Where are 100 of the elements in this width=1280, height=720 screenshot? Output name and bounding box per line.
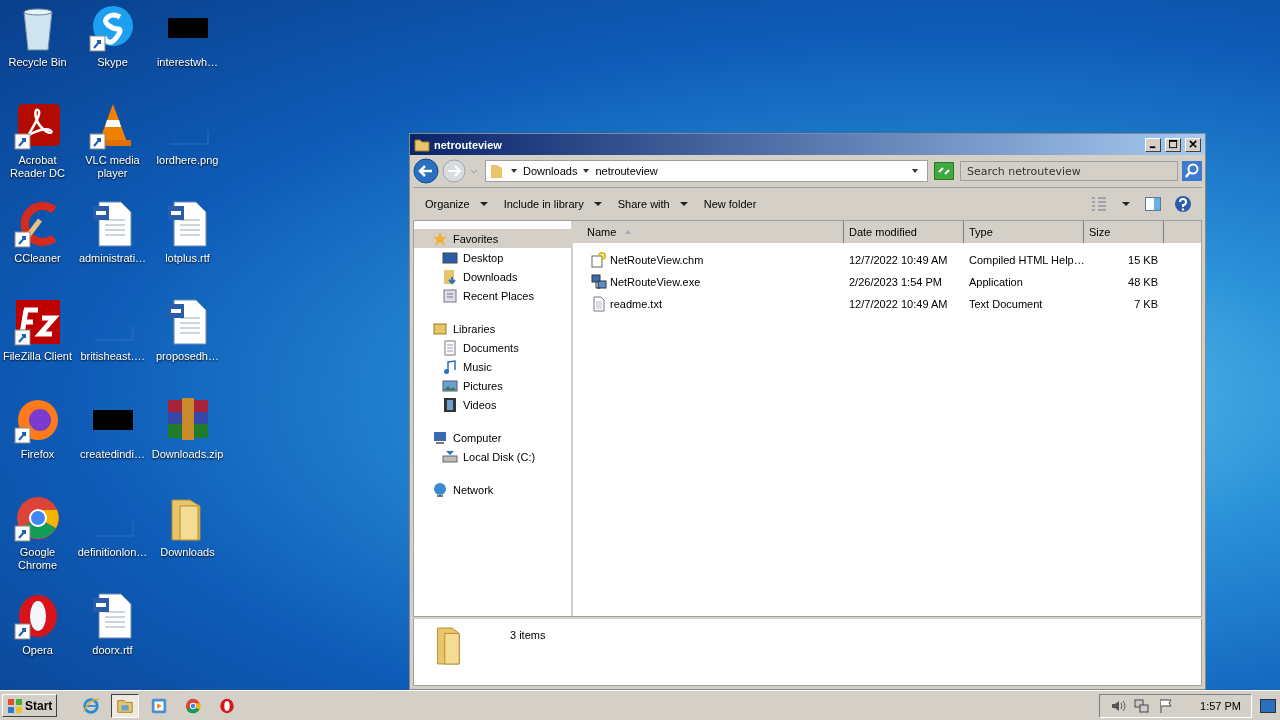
globe-icon <box>432 481 448 498</box>
window-title: netrouteview <box>434 138 502 151</box>
table-cell: Compiled HTML Help… <box>969 254 1085 266</box>
file-row[interactable]: NetRouteView.exe 2/26/2023 1:54 PM Application 48 KB <box>573 271 1201 293</box>
maximize-button[interactable] <box>1165 137 1181 152</box>
icon-label: Recycle Bin <box>7 56 68 69</box>
clock[interactable]: 1:57 PM <box>1200 699 1241 712</box>
sidebar-item[interactable]: Music <box>414 357 571 376</box>
sidebar-item[interactable]: Downloads <box>414 267 571 286</box>
help-file-icon <box>591 252 607 268</box>
search-field[interactable]: Search netrouteview <box>960 161 1178 181</box>
refresh-button[interactable] <box>934 162 954 180</box>
sidebar-item[interactable]: Documents <box>414 338 571 357</box>
table-cell: 7 KB <box>1134 298 1158 310</box>
table-cell: 2/26/2023 1:54 PM <box>849 276 942 288</box>
help-icon[interactable] <box>1174 195 1192 213</box>
caret-icon[interactable] <box>911 167 919 175</box>
disk-drive-icon <box>442 448 458 465</box>
four-squares-icon <box>7 697 23 714</box>
table-cell: 15 KB <box>1128 254 1158 266</box>
file-row[interactable]: NetRouteView.chm 12/7/2022 10:49 AM Compiled HTML Help… 15 KB <box>573 249 1201 271</box>
sidebar-label: Pictures <box>463 379 503 392</box>
breadcrumb-item[interactable]: netrouteview <box>595 165 658 177</box>
icon-label: Firefox <box>19 448 56 461</box>
flag-icon[interactable] <box>1158 697 1175 714</box>
list-icon <box>442 287 458 304</box>
sidebar-item[interactable]: Libraries <box>414 319 571 338</box>
folder-icon <box>489 163 505 179</box>
sidebar-label: Music <box>463 360 492 373</box>
column-header[interactable]: Size <box>1084 221 1164 243</box>
sidebar-item[interactable]: Desktop <box>414 248 571 267</box>
browser-icon <box>184 696 203 715</box>
column-header[interactable]: Type <box>964 221 1084 243</box>
app-icon[interactable] <box>13 102 62 150</box>
icon-label: administrati… <box>77 252 148 265</box>
sidebar-item[interactable]: Recent Places <box>414 286 571 305</box>
folder-icon <box>414 136 430 153</box>
icon-label: FileZilla Client <box>1 350 74 363</box>
address-bar[interactable]: Downloads netrouteview <box>485 160 928 182</box>
minimize-button[interactable] <box>1145 137 1161 152</box>
file-name: NetRouteView.exe <box>610 276 701 288</box>
browser-icon <box>82 696 101 715</box>
menu-button[interactable]: Organize <box>419 194 494 214</box>
sidebar-label: Network <box>453 483 494 496</box>
file-name: readme.txt <box>610 298 662 310</box>
sidebar-label: Videos <box>463 398 497 411</box>
sidebar-label: Recent Places <box>463 289 534 302</box>
show-desktop-icon[interactable] <box>1260 698 1276 713</box>
file-row[interactable]: readme.txt 12/7/2022 10:49 AM Text Document 7 KB <box>573 293 1201 315</box>
table-cell: 12/7/2022 10:49 AM <box>849 254 948 266</box>
menu-button[interactable]: Include in library <box>497 194 608 214</box>
menu-button[interactable]: Share with <box>611 194 694 214</box>
icon-label: Skype <box>96 56 129 69</box>
column-header[interactable]: Date modified <box>844 221 964 243</box>
sidebar-label: Favorites <box>453 232 499 245</box>
sidebar-item[interactable]: Videos <box>414 395 571 414</box>
toolbar-button[interactable]: New folder <box>697 194 763 214</box>
computer-icon <box>432 429 448 446</box>
play-icon <box>150 696 169 715</box>
document-icon <box>442 339 458 356</box>
sort-indicator-icon <box>624 229 633 235</box>
maximize-icon <box>1168 140 1178 149</box>
library-icon <box>432 320 448 337</box>
preview-pane-icon[interactable] <box>1144 195 1162 213</box>
caret-icon <box>679 200 688 208</box>
sidebar-item[interactable]: Network <box>414 480 571 499</box>
icon-label: lotplus.rtf <box>164 252 211 265</box>
icon-label: britisheast…. <box>79 350 146 363</box>
app-icon[interactable] <box>13 298 62 346</box>
network-icon[interactable] <box>1134 697 1151 714</box>
icon-label: Acrobat Reader DC <box>9 154 66 180</box>
breadcrumb-item[interactable]: Downloads <box>523 165 578 177</box>
icon-label: lordhere.png <box>155 154 220 167</box>
icon-label: VLC media player <box>84 154 141 180</box>
close-button[interactable] <box>1185 137 1201 152</box>
icon-label: createdindi… <box>79 448 146 461</box>
column-header[interactable]: Name <box>573 221 844 243</box>
start-button[interactable]: Start <box>2 694 58 717</box>
music-note-icon <box>442 358 458 375</box>
sidebar-label: Local Disk (C:) <box>463 450 536 463</box>
search-icon[interactable] <box>1182 161 1202 181</box>
caret-icon[interactable] <box>1122 200 1130 208</box>
table-cell: 12/7/2022 10:49 AM <box>849 298 948 310</box>
sidebar-item[interactable]: Pictures <box>414 376 571 395</box>
sidebar-item[interactable]: Favorites <box>414 229 571 248</box>
item-count: 3 items <box>510 629 546 641</box>
file-name: NetRouteView.chm <box>610 254 704 266</box>
caret-icon[interactable] <box>510 167 518 175</box>
sidebar-item[interactable]: Computer <box>414 428 571 447</box>
back-button[interactable] <box>413 158 439 184</box>
folder-taskbar-button[interactable] <box>111 693 140 718</box>
caret-icon[interactable] <box>582 167 591 175</box>
icon-label: proposedh… <box>155 350 220 363</box>
icon-label: Opera <box>21 644 54 657</box>
app-icon[interactable] <box>13 494 62 542</box>
sidebar-label: Documents <box>463 341 519 354</box>
icon-label: Google Chrome <box>16 546 59 572</box>
sidebar-item[interactable]: Local Disk (C:) <box>414 447 571 466</box>
caret-icon <box>593 200 602 208</box>
icon-label: definitionlon… <box>76 546 149 559</box>
